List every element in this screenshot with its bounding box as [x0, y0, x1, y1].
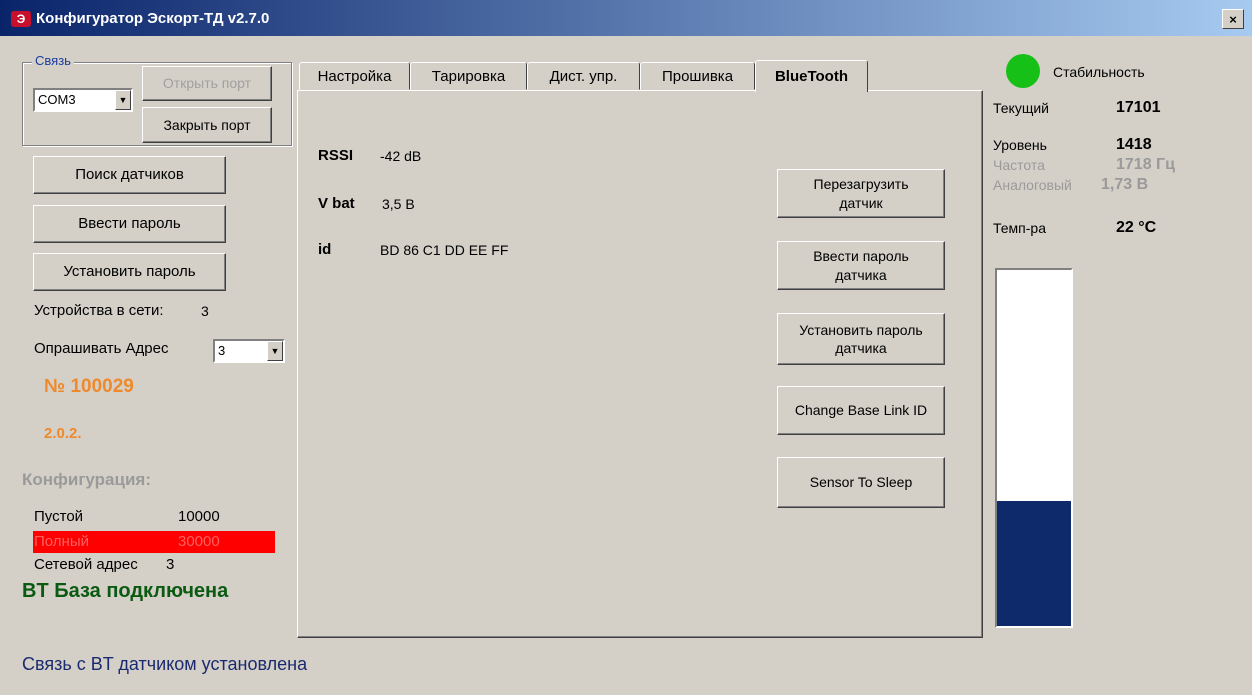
current-value: 17101: [1116, 99, 1161, 116]
open-port-button[interactable]: Открыть порт: [142, 66, 272, 101]
enter-sensor-password-line1: Ввести пароль: [813, 248, 909, 265]
level-value: 1418: [1116, 136, 1152, 153]
set-sensor-password-button[interactable]: Установить пароль датчика: [777, 313, 945, 365]
reboot-sensor-button[interactable]: Перезагрузить датчик: [777, 169, 945, 218]
rssi-value: -42 dB: [380, 148, 422, 164]
title-bar: Э Конфигуратор Эскорт-ТД v2.7.0 ×: [0, 0, 1252, 36]
connection-legend: Связь: [32, 53, 74, 68]
set-sensor-password-line1: Установить пароль: [799, 321, 923, 338]
tab-firmware[interactable]: Прошивка: [640, 62, 755, 90]
id-label: id: [318, 241, 332, 258]
poll-address-select[interactable]: 3 ▼: [213, 339, 285, 363]
set-sensor-password-line2: датчика: [835, 340, 887, 356]
config-full-value: 30000: [178, 533, 220, 550]
config-empty-label: Пустой: [34, 508, 84, 525]
config-addr-label: Сетевой адрес: [34, 556, 138, 573]
sensor-to-sleep-button[interactable]: Sensor To Sleep: [777, 457, 945, 508]
poll-address-value: 3: [218, 343, 226, 358]
bt-base-status: BT База подключена: [22, 580, 229, 602]
devices-label: Устройства в сети:: [34, 302, 164, 319]
config-full-label: Полный: [34, 533, 89, 550]
status-bar-text: Связь с BT датчиком установлена: [22, 654, 308, 674]
close-button[interactable]: ×: [1222, 9, 1244, 29]
temperature-label: Темп-ра: [993, 220, 1046, 236]
rssi-label: RSSI: [318, 147, 354, 164]
analog-label: Аналоговый: [993, 177, 1072, 193]
tab-settings[interactable]: Настройка: [299, 62, 410, 90]
set-password-button[interactable]: Установить пароль: [33, 253, 226, 291]
close-port-button[interactable]: Закрыть порт: [142, 107, 272, 143]
vbat-label: V bat: [318, 195, 355, 212]
level-label: Уровень: [993, 137, 1047, 153]
devices-count: 3: [201, 303, 209, 319]
config-empty-value: 10000: [178, 508, 220, 525]
analog-value: 1,73 В: [1101, 176, 1149, 193]
config-addr-value: 3: [166, 556, 175, 573]
app-icon: Э: [11, 11, 31, 27]
enter-sensor-password-button[interactable]: Ввести пароль датчика: [777, 241, 945, 290]
search-sensors-button[interactable]: Поиск датчиков: [33, 156, 226, 194]
reboot-sensor-line2: датчик: [839, 194, 883, 211]
device-number: № 100029: [44, 376, 134, 397]
firmware-version: 2.0.2.: [44, 425, 82, 442]
port-value: COM3: [38, 92, 76, 107]
enter-password-button[interactable]: Ввести пароль: [33, 205, 226, 243]
tab-remote-control[interactable]: Дист. упр.: [527, 62, 640, 90]
tab-calibration[interactable]: Тарировка: [410, 62, 527, 90]
stability-indicator-icon: [1006, 54, 1040, 88]
config-title: Конфигурация:: [22, 470, 151, 489]
port-select[interactable]: COM3 ▼: [33, 88, 133, 112]
current-label: Текущий: [993, 100, 1049, 116]
stability-label: Стабильность: [1053, 64, 1145, 80]
chevron-down-icon[interactable]: ▼: [267, 341, 283, 361]
enter-sensor-password-line2: датчика: [835, 266, 887, 283]
level-gauge: [995, 268, 1073, 628]
temperature-value: 22 °C: [1116, 219, 1157, 236]
frequency-label: Частота: [993, 157, 1045, 173]
window-title: Конфигуратор Эскорт-ТД v2.7.0: [36, 10, 270, 27]
poll-address-label: Опрашивать Адрес: [34, 340, 169, 357]
level-gauge-fill: [997, 501, 1071, 626]
vbat-value: 3,5 В: [382, 196, 415, 212]
tab-bluetooth[interactable]: BlueTooth: [755, 60, 868, 92]
change-base-link-id-button[interactable]: Change Base Link ID: [777, 386, 945, 435]
reboot-sensor-line1: Перезагрузить: [813, 176, 909, 193]
id-value: BD 86 C1 DD EE FF: [380, 242, 509, 258]
frequency-value: 1718 Гц: [1116, 156, 1175, 173]
chevron-down-icon[interactable]: ▼: [115, 90, 131, 110]
